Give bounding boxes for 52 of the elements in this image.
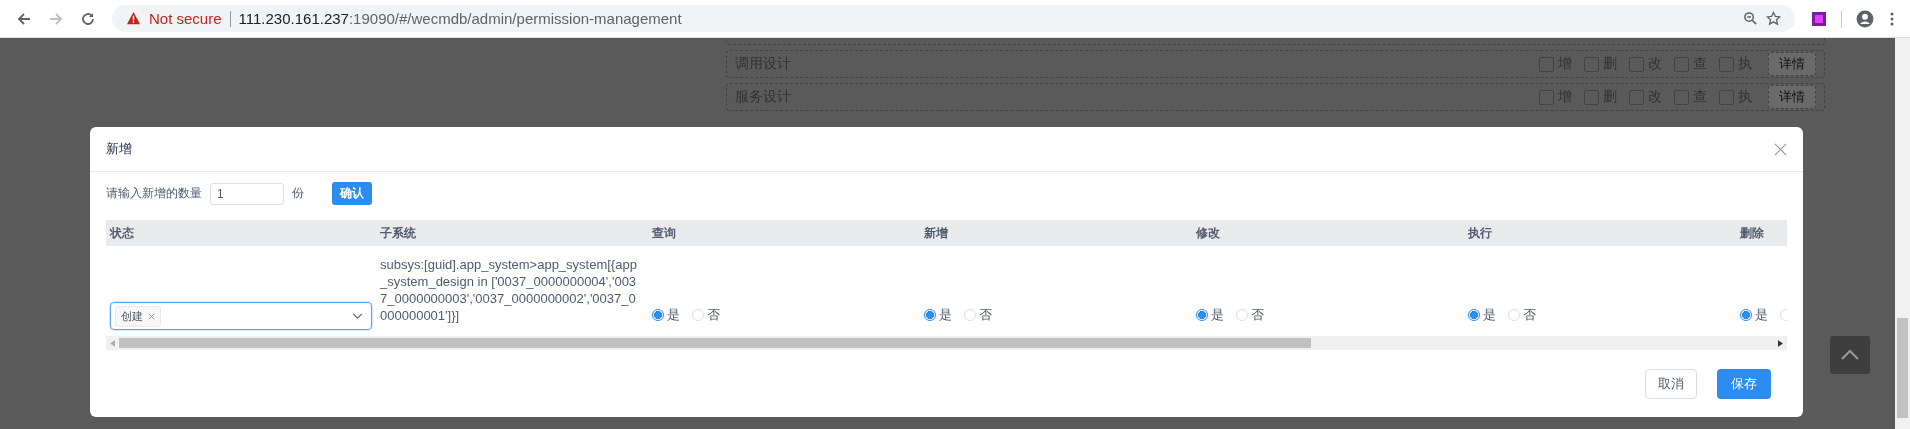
warning-icon bbox=[126, 11, 141, 26]
chevron-up-icon bbox=[1840, 349, 1860, 361]
radio-label: 否 bbox=[1523, 306, 1536, 324]
radio-label: 是 bbox=[939, 306, 952, 324]
zoom-icon[interactable] bbox=[1743, 11, 1758, 26]
url-text: 111.230.161.237:19090/#/wecmdb/admin/permission-management bbox=[238, 10, 682, 27]
scrollbar-thumb[interactable] bbox=[119, 338, 1311, 348]
column-header: 状态 bbox=[108, 224, 135, 242]
column-header: 新增 bbox=[923, 224, 949, 242]
remove-icon[interactable] bbox=[148, 312, 155, 320]
radio-label: 否 bbox=[979, 306, 992, 324]
status-tag[interactable]: 创建 bbox=[115, 305, 161, 327]
column-header: 子系统 bbox=[379, 224, 417, 242]
dialog-title: 新增 bbox=[106, 140, 132, 158]
radio-button[interactable] bbox=[1740, 309, 1752, 321]
radio-button[interactable] bbox=[1196, 309, 1208, 321]
radio-label: 是 bbox=[1211, 306, 1224, 324]
detail-button[interactable]: 详情 bbox=[1768, 85, 1816, 109]
scroll-right-icon[interactable] bbox=[1778, 339, 1783, 347]
scrollbar-thumb[interactable] bbox=[1897, 318, 1908, 418]
menu-icon[interactable] bbox=[1890, 10, 1894, 27]
quantity-unit: 份 bbox=[292, 185, 304, 202]
extension-icon[interactable] bbox=[1811, 10, 1827, 27]
quantity-label: 请输入新增的数量 bbox=[106, 185, 202, 202]
radio-label: 否 bbox=[1251, 306, 1264, 324]
column-header: 查询 bbox=[651, 224, 677, 242]
radio-button[interactable] bbox=[652, 309, 664, 321]
radio-button[interactable] bbox=[924, 309, 936, 321]
subsystem-text: subsys:[guid].app_system>app_system[{app_system_design in ['0037_0000000004','0037_0000000003','0037_0000000002','0037_0000000001']}] bbox=[380, 256, 638, 324]
security-label: Not secure bbox=[149, 10, 222, 27]
radio-label: 是 bbox=[1483, 306, 1496, 324]
chevron-down-icon bbox=[352, 312, 363, 320]
column-header: 删除 bbox=[1739, 224, 1765, 242]
scroll-left-icon[interactable] bbox=[110, 339, 115, 347]
star-icon[interactable] bbox=[1766, 11, 1781, 26]
radio-label: 是 bbox=[1755, 306, 1768, 324]
profile-icon[interactable] bbox=[1856, 9, 1874, 28]
status-select[interactable]: 创建 bbox=[110, 302, 372, 330]
column-header: 修改 bbox=[1195, 224, 1221, 242]
column-header: 执行 bbox=[1467, 224, 1493, 242]
back-to-top-button[interactable] bbox=[1830, 336, 1870, 374]
detail-button[interactable]: 详情 bbox=[1768, 52, 1816, 76]
quantity-field[interactable]: 1 bbox=[210, 182, 284, 205]
forward-icon[interactable] bbox=[48, 10, 64, 27]
radio-label: 否 bbox=[707, 306, 720, 324]
cancel-button[interactable]: 取消 bbox=[1645, 368, 1697, 399]
radio-label: 是 bbox=[667, 306, 680, 324]
close-icon[interactable] bbox=[1774, 142, 1787, 156]
reload-icon[interactable] bbox=[80, 10, 96, 27]
back-icon[interactable] bbox=[16, 10, 32, 27]
radio-button[interactable] bbox=[1468, 309, 1480, 321]
address-bar[interactable]: Not secure 111.230.161.237:19090/#/wecmdb/admin/permission-management bbox=[112, 5, 1795, 32]
